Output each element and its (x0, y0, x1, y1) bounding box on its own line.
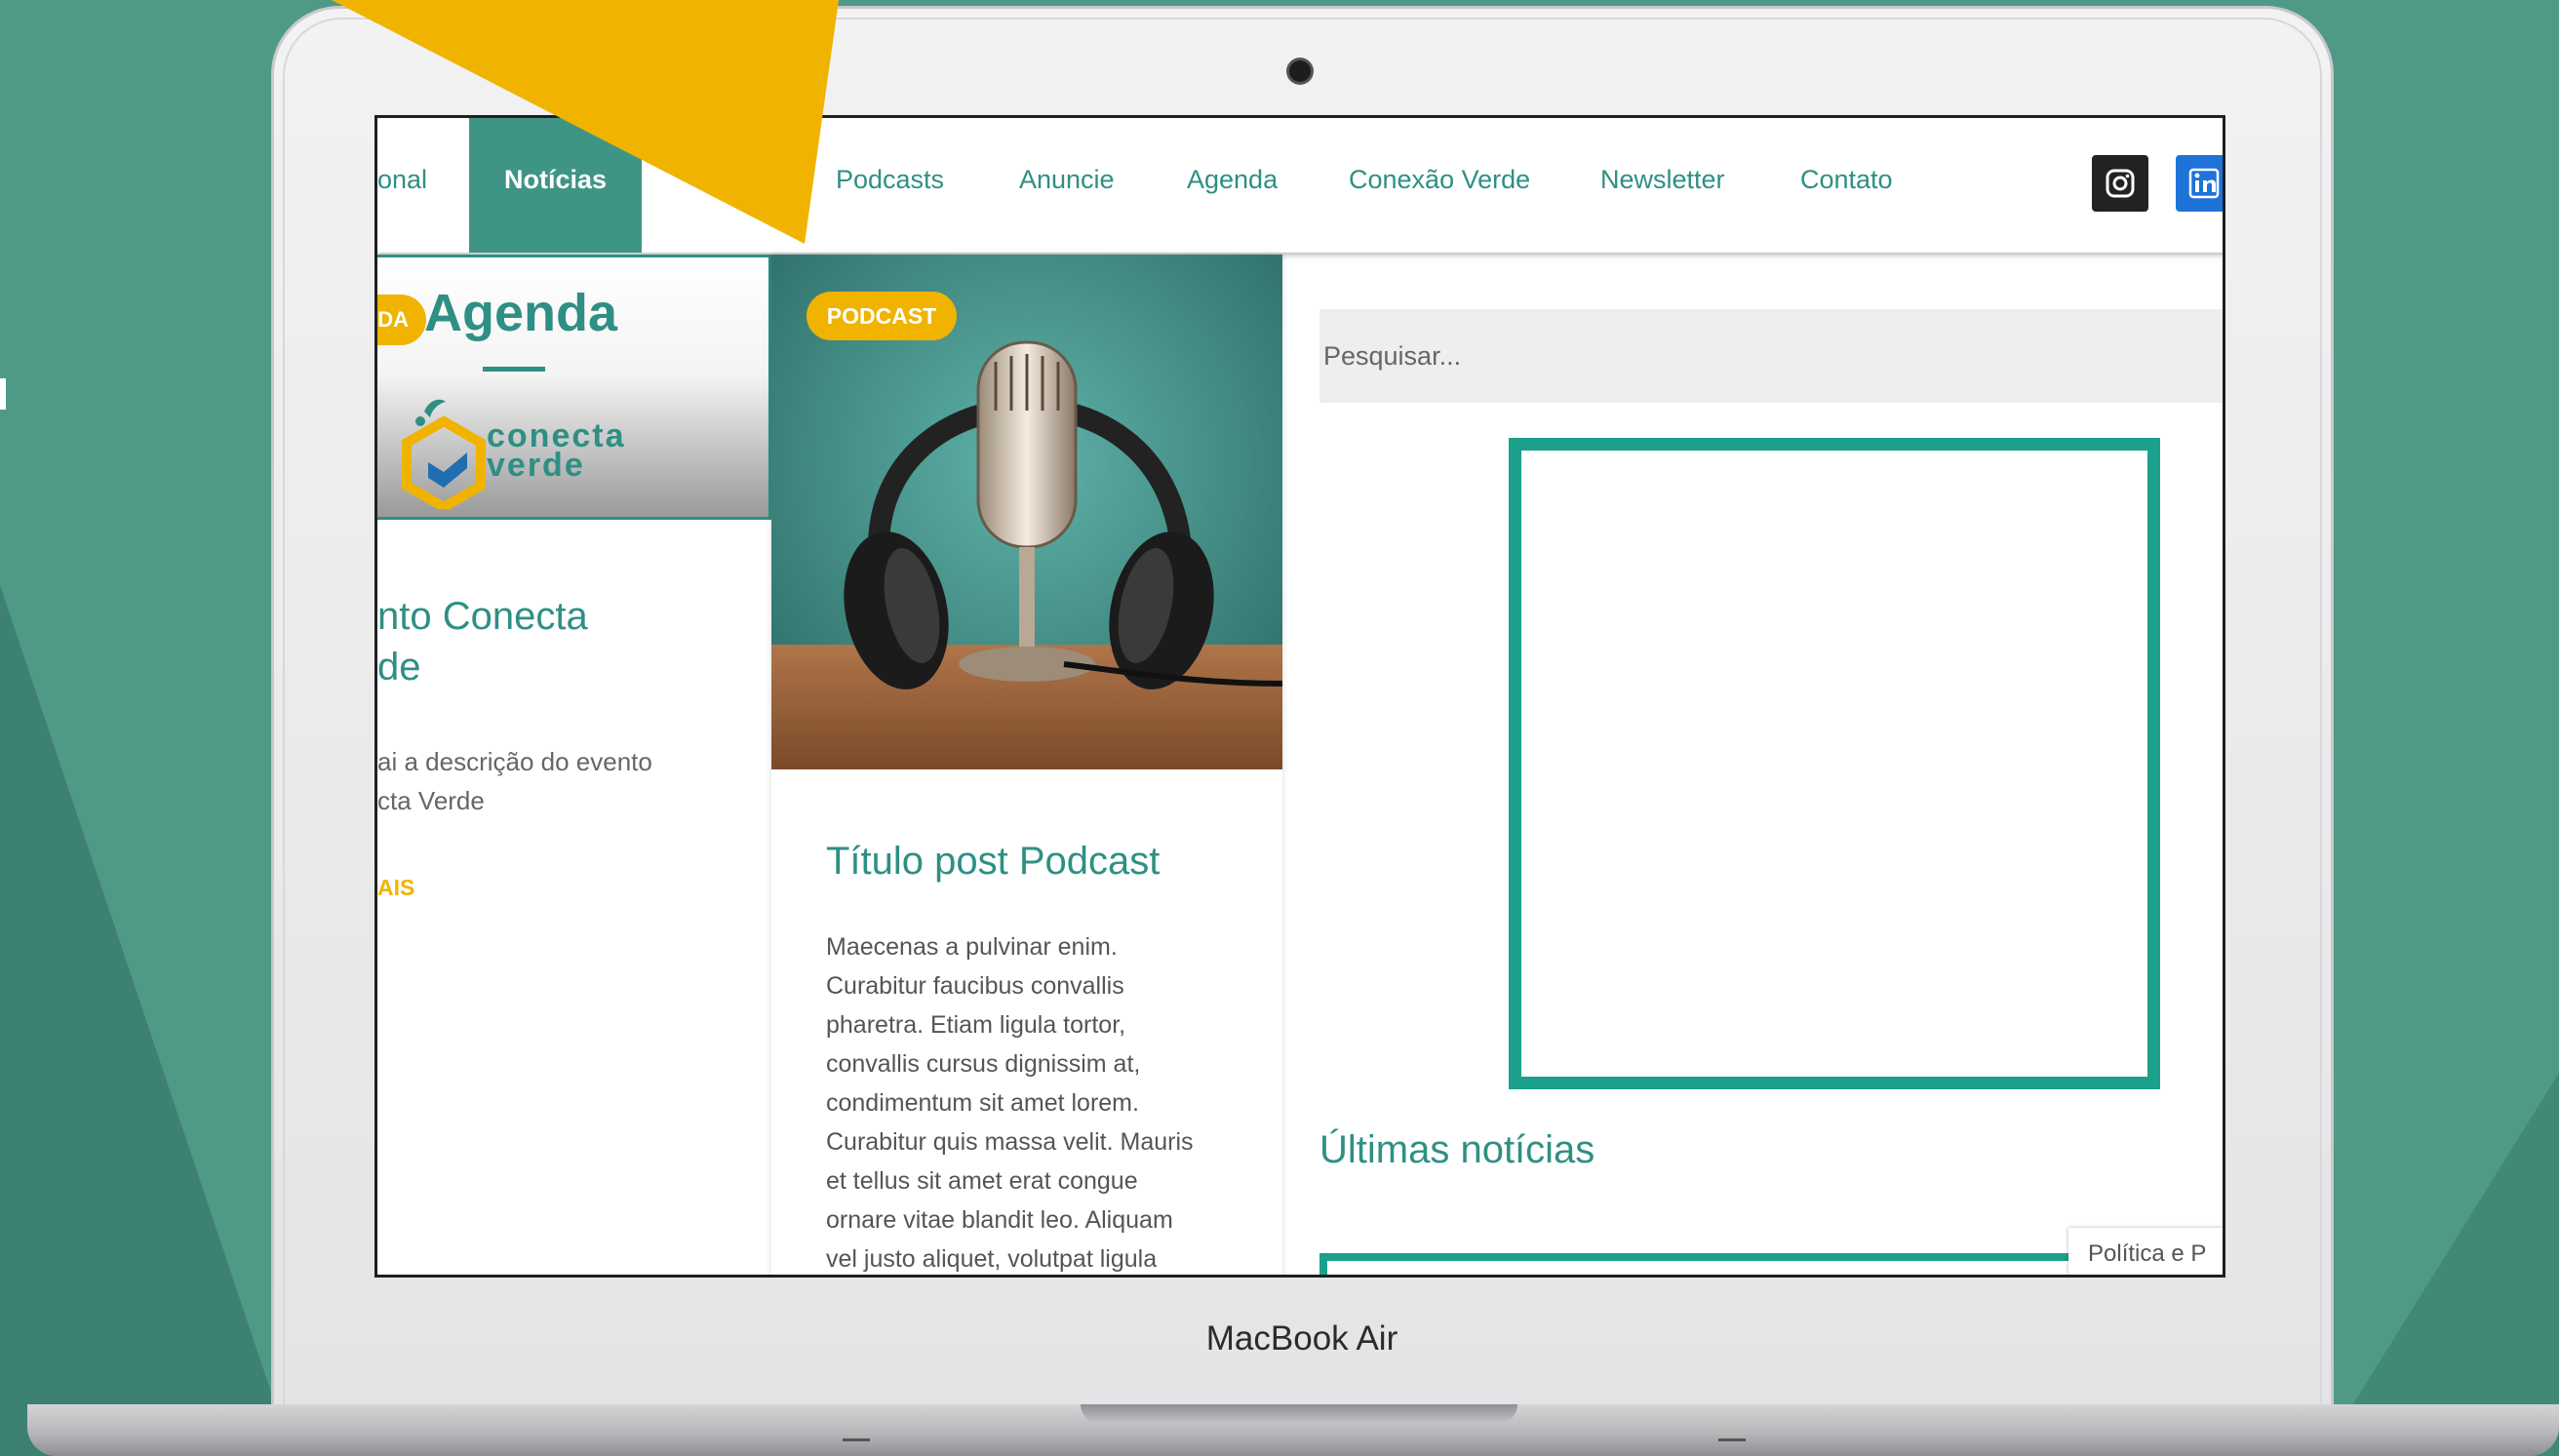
search-input[interactable] (1319, 309, 2223, 403)
nav-item-podcasts[interactable]: Podcasts (836, 165, 944, 195)
cookie-policy-tab[interactable]: Política e P (2068, 1228, 2223, 1275)
nav-item-agenda[interactable]: Agenda (1187, 165, 1278, 195)
excerpt-line: pharetra. Etiam ligula tortor, (826, 1011, 1126, 1039)
agenda-title: Agenda (424, 284, 618, 342)
camera-icon (1289, 60, 1311, 82)
nav-item-label: Notícias (503, 165, 608, 194)
linkedin-icon[interactable] (2176, 155, 2223, 212)
nav-item-partial[interactable]: onal (377, 165, 427, 195)
excerpt-line: Curabitur faucibus convallis (826, 972, 1124, 1000)
divider (483, 367, 545, 372)
nav-item-contato[interactable]: Contato (1800, 165, 1893, 195)
logo-text: conecta verde (487, 419, 626, 484)
podcast-badge: PODCAST (807, 292, 957, 340)
title-line-1: nto Conecta (377, 595, 588, 638)
instagram-icon[interactable] (2092, 155, 2148, 212)
background-mark (0, 378, 6, 410)
excerpt-line: convallis cursus dignissim at, (826, 1050, 1141, 1078)
embedded-media-frame[interactable] (1509, 438, 2160, 1089)
podcast-post-title[interactable]: Título post Podcast (826, 840, 1160, 884)
description-line-1: ai a descrição do evento (377, 747, 652, 776)
excerpt-line: ornare vitae blandit leo. Aliquam (826, 1206, 1173, 1234)
excerpt-line: et tellus sit amet erat congue (826, 1167, 1138, 1195)
excerpt-line: condimentum sit amet lorem. (826, 1089, 1139, 1117)
conecta-verde-logo-icon (402, 399, 486, 509)
logo-line-2: verde (487, 447, 585, 484)
excerpt-line: Curabitur quis massa velit. Mauris (826, 1128, 1194, 1156)
agenda-post-description: ai a descrição do evento cta Verde (377, 742, 652, 820)
agenda-post-title[interactable]: nto Conecta de (377, 591, 588, 692)
title-line-2: de (377, 646, 421, 689)
excerpt-line: vel justo aliquet, volutpat ligula (826, 1245, 1158, 1273)
device-label: MacBook Air (1205, 1319, 1398, 1358)
nav-item-conexao-verde[interactable]: Conexão Verde (1349, 165, 1530, 195)
laptop-screen: onal Notícias Podcasts Anuncie Agenda Co… (374, 115, 2225, 1278)
agenda-card-image[interactable]: DA Agenda conecta verde (377, 255, 771, 520)
nav-item-noticias[interactable]: Notícias (469, 118, 642, 253)
nav-item-newsletter[interactable]: Newsletter (1600, 165, 1725, 195)
agenda-badge: DA (377, 295, 426, 345)
description-line-2: cta Verde (377, 786, 485, 815)
excerpt-line: Maecenas a pulvinar enim. (826, 933, 1118, 961)
read-more-link[interactable]: AIS (377, 875, 414, 901)
podcast-card: PODCAST Título post Podcast Maecenas a p… (771, 255, 1282, 1275)
laptop-foot (1718, 1438, 1746, 1441)
top-navigation: onal Notícias Podcasts Anuncie Agenda Co… (377, 118, 2223, 253)
latest-news-heading: Últimas notícias (1319, 1128, 1595, 1171)
laptop-base-notch (1081, 1404, 1517, 1424)
laptop-foot (843, 1438, 870, 1441)
nav-item-anuncie[interactable]: Anuncie (1019, 165, 1115, 195)
podcast-post-excerpt: Maecenas a pulvinar enim. Curabitur fauc… (826, 927, 1255, 1275)
